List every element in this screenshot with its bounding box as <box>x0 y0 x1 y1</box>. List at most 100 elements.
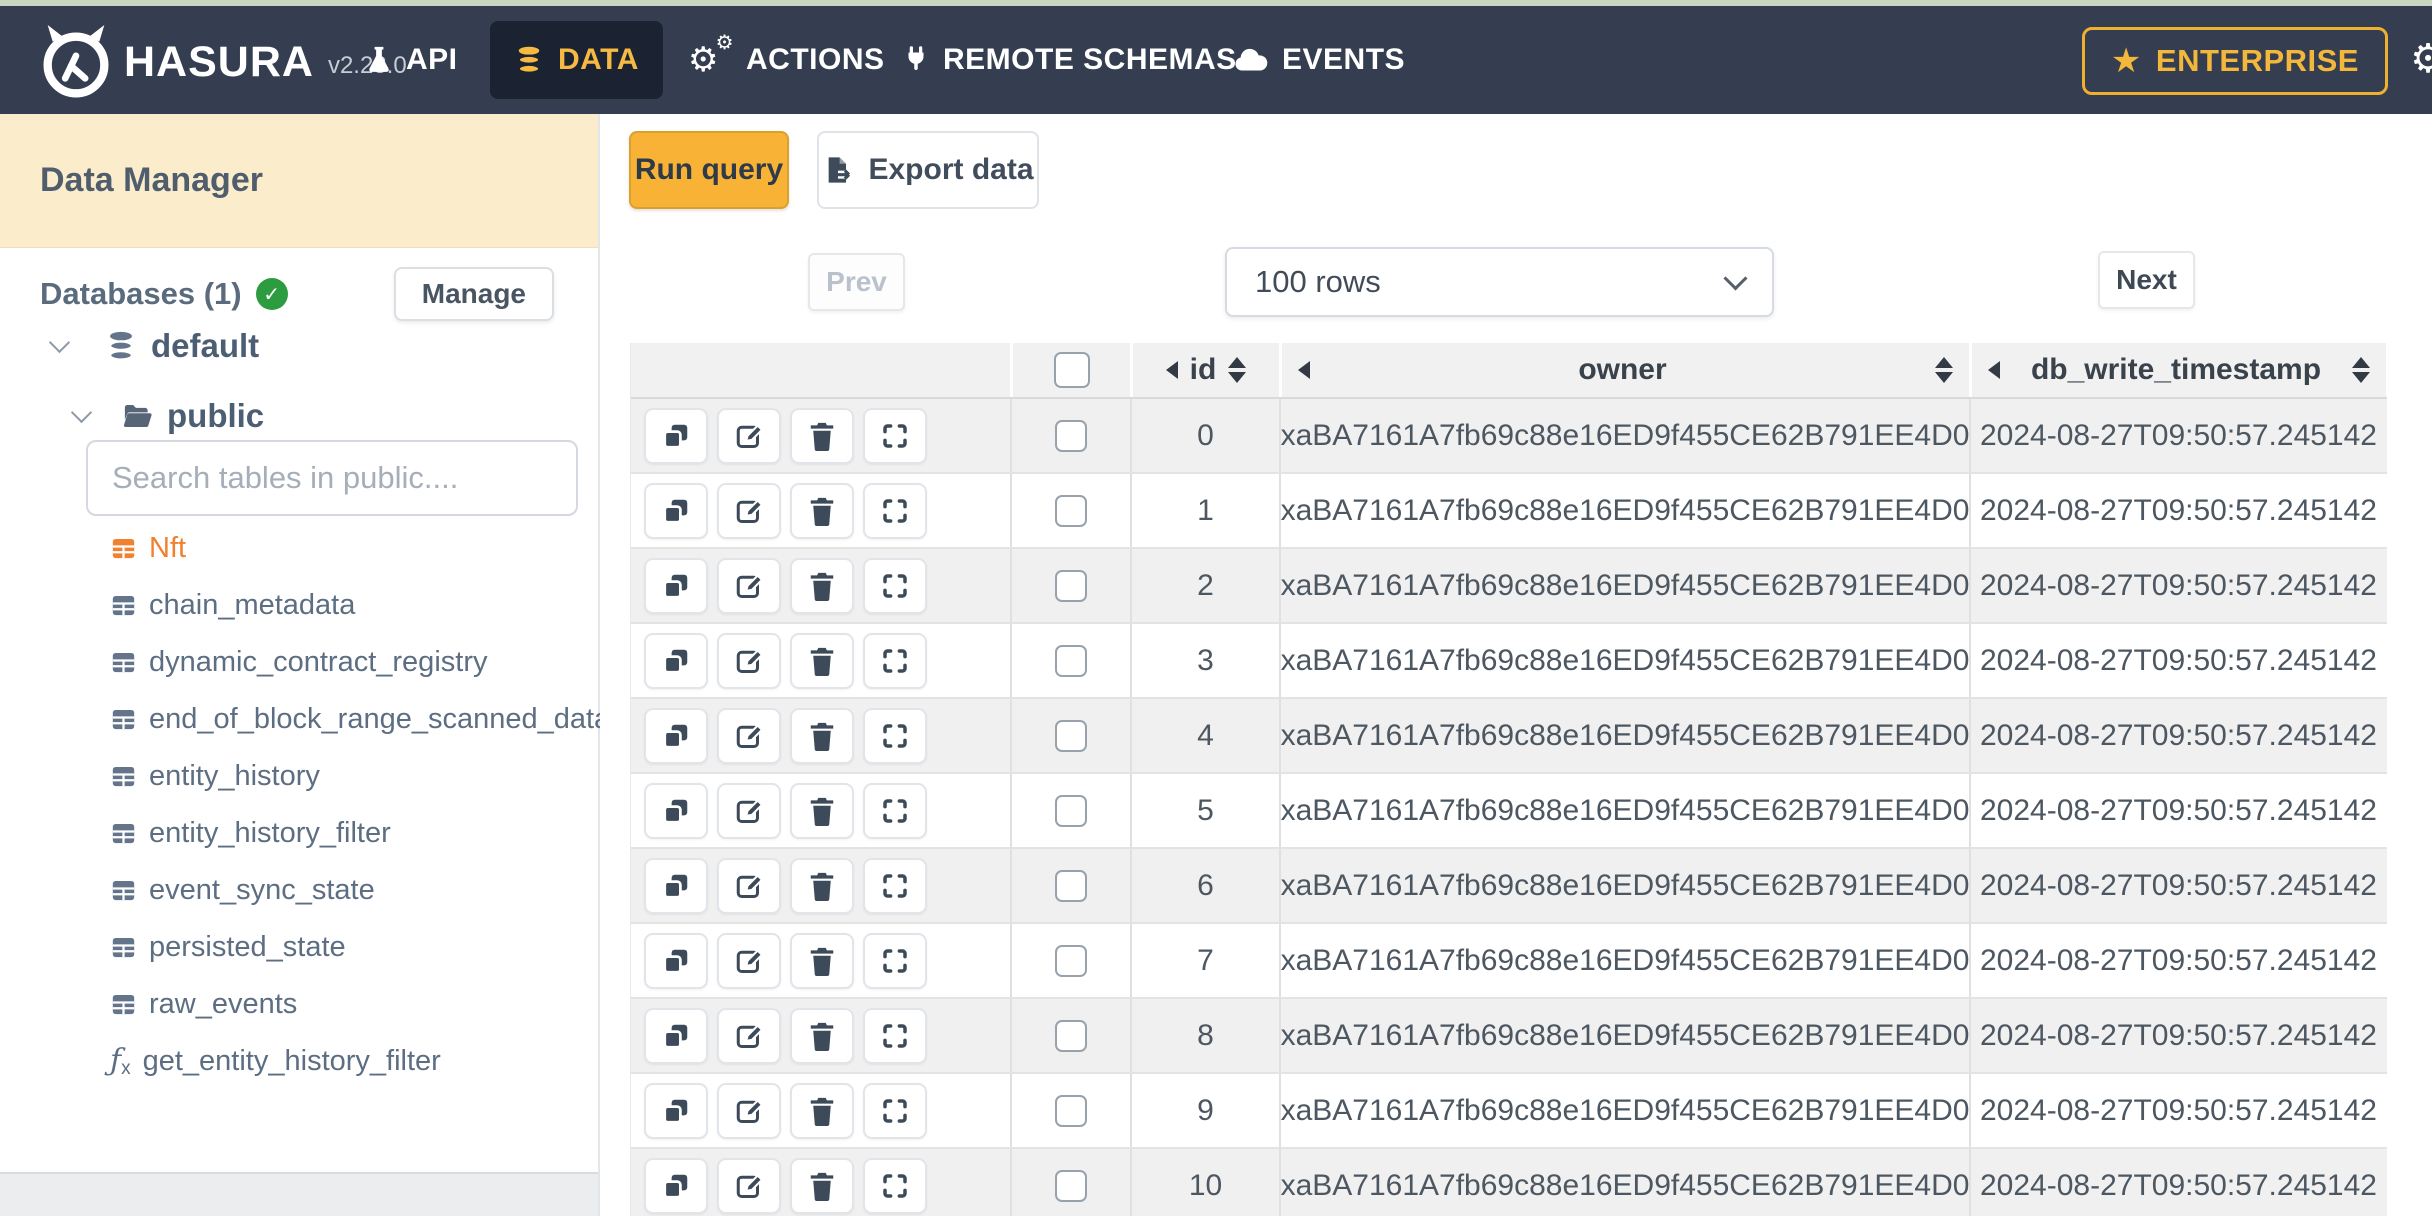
page-size-select[interactable]: 100 rows <box>1225 247 1774 317</box>
expand-row-button[interactable] <box>863 407 927 464</box>
chevron-down-icon[interactable] <box>48 331 71 353</box>
table-row: 6 0xaBA7161A7fb69c88e16ED9f455CE62B791EE… <box>631 849 2387 924</box>
row-checkbox[interactable] <box>1055 494 1087 527</box>
export-data-button[interactable]: Export data <box>817 131 1039 209</box>
expand-row-button[interactable] <box>863 782 927 839</box>
sort-icon[interactable] <box>1935 357 1953 383</box>
expand-row-button[interactable] <box>863 932 927 989</box>
row-checkbox[interactable] <box>1055 1169 1087 1202</box>
collapse-column-icon[interactable] <box>1298 361 1310 379</box>
edit-row-button[interactable] <box>717 782 781 839</box>
row-checkbox[interactable] <box>1055 1094 1087 1127</box>
row-checkbox[interactable] <box>1055 944 1087 977</box>
clone-row-button[interactable] <box>644 407 708 464</box>
sidebar-table-item[interactable]: chain_metadata <box>0 577 598 634</box>
search-tables-input[interactable] <box>86 440 578 516</box>
clone-row-button[interactable] <box>644 782 708 839</box>
edit-row-button[interactable] <box>717 632 781 689</box>
delete-row-button[interactable] <box>790 932 854 989</box>
row-select-cell <box>1010 399 1130 472</box>
edit-row-button[interactable] <box>717 707 781 764</box>
delete-row-button[interactable] <box>790 707 854 764</box>
tree-node-schema[interactable]: public <box>70 396 264 436</box>
row-checkbox[interactable] <box>1055 719 1087 752</box>
sidebar-table-item[interactable]: ƒx get_entity_history_filter <box>0 1033 598 1090</box>
sidebar-table-item[interactable]: raw_events <box>0 976 598 1033</box>
edit-row-button[interactable] <box>717 857 781 914</box>
expand-row-button[interactable] <box>863 1007 927 1064</box>
clone-row-button[interactable] <box>644 557 708 614</box>
row-checkbox[interactable] <box>1055 569 1087 602</box>
nav-item-events[interactable]: EVENTS <box>1234 6 1405 114</box>
prev-page-button[interactable]: Prev <box>808 253 905 311</box>
row-checkbox[interactable] <box>1055 794 1087 827</box>
settings-gear-icon[interactable]: ⚙ <box>2410 36 2432 82</box>
collapse-column-icon[interactable] <box>1988 361 2000 379</box>
table-name: end_of_block_range_scanned_data <box>149 703 611 735</box>
edit-row-button[interactable] <box>717 557 781 614</box>
delete-row-button[interactable] <box>790 482 854 539</box>
delete-row-button[interactable] <box>790 1007 854 1064</box>
edit-row-button[interactable] <box>717 1007 781 1064</box>
sidebar-table-item[interactable]: Nft <box>0 520 598 577</box>
sort-icon[interactable] <box>1228 357 1247 383</box>
cell-id: 2 <box>1130 549 1279 622</box>
tree-node-database[interactable]: default <box>48 326 259 366</box>
row-checkbox[interactable] <box>1055 1019 1087 1052</box>
clone-row-button[interactable] <box>644 932 708 989</box>
edit-row-button[interactable] <box>717 1157 781 1214</box>
function-icon: ƒx <box>110 1042 131 1079</box>
check-circle-icon: ✓ <box>255 278 288 310</box>
expand-row-button[interactable] <box>863 857 927 914</box>
row-select-cell <box>1010 624 1130 697</box>
row-checkbox[interactable] <box>1055 644 1087 677</box>
expand-row-button[interactable] <box>863 632 927 689</box>
clone-row-button[interactable] <box>644 1007 708 1064</box>
edit-row-button[interactable] <box>717 407 781 464</box>
next-page-button[interactable]: Next <box>2098 251 2195 309</box>
delete-row-button[interactable] <box>790 857 854 914</box>
collapse-column-icon[interactable] <box>1165 361 1178 379</box>
sidebar-table-item[interactable]: dynamic_contract_registry <box>0 634 598 691</box>
delete-row-button[interactable] <box>790 1157 854 1214</box>
delete-row-button[interactable] <box>790 407 854 464</box>
edit-row-button[interactable] <box>717 1082 781 1139</box>
nav-item-actions[interactable]: ⚙ ⚙ ACTIONS <box>688 6 885 114</box>
sort-icon[interactable] <box>2352 357 2370 383</box>
clone-row-button[interactable] <box>644 1157 708 1214</box>
chevron-down-icon[interactable] <box>70 401 93 423</box>
header-id[interactable]: id <box>1130 343 1279 397</box>
header-owner[interactable]: owner <box>1279 343 1969 397</box>
enterprise-button[interactable]: ★ ENTERPRISE <box>2081 27 2388 95</box>
expand-row-button[interactable] <box>863 707 927 764</box>
clone-row-button[interactable] <box>644 632 708 689</box>
nav-item-remote-schemas[interactable]: REMOTE SCHEMAS <box>903 6 1237 114</box>
delete-row-button[interactable] <box>790 782 854 839</box>
nav-item-api[interactable]: API <box>366 6 458 114</box>
header-db-write-timestamp[interactable]: db_write_timestamp <box>1969 343 2386 397</box>
expand-row-button[interactable] <box>863 1157 927 1214</box>
delete-row-button[interactable] <box>790 1082 854 1139</box>
delete-row-button[interactable] <box>790 632 854 689</box>
row-checkbox[interactable] <box>1055 869 1087 902</box>
clone-row-button[interactable] <box>644 482 708 539</box>
delete-row-button[interactable] <box>790 557 854 614</box>
sidebar-table-item[interactable]: persisted_state <box>0 919 598 976</box>
edit-row-button[interactable] <box>717 482 781 539</box>
sidebar-table-item[interactable]: event_sync_state <box>0 862 598 919</box>
clone-row-button[interactable] <box>644 707 708 764</box>
clone-row-button[interactable] <box>644 857 708 914</box>
edit-row-button[interactable] <box>717 932 781 989</box>
select-all-checkbox[interactable] <box>1053 352 1090 388</box>
sidebar-table-item[interactable]: end_of_block_range_scanned_data <box>0 691 610 748</box>
sidebar-table-item[interactable]: entity_history_filter <box>0 805 598 862</box>
run-query-button[interactable]: Run query <box>629 131 789 209</box>
expand-row-button[interactable] <box>863 1082 927 1139</box>
sidebar-table-item[interactable]: entity_history <box>0 748 598 805</box>
manage-button[interactable]: Manage <box>393 267 554 321</box>
row-checkbox[interactable] <box>1055 419 1087 452</box>
expand-row-button[interactable] <box>863 557 927 614</box>
clone-row-button[interactable] <box>644 1082 708 1139</box>
expand-row-button[interactable] <box>863 482 927 539</box>
nav-item-data[interactable]: DATA <box>490 21 663 99</box>
